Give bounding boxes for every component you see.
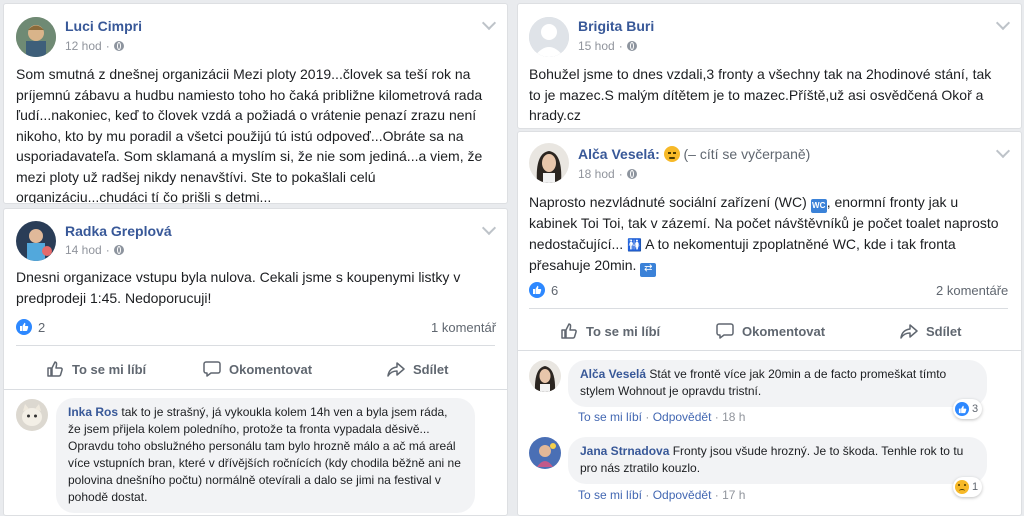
comment-button[interactable]: Okomentovat <box>716 322 825 340</box>
like-button[interactable]: To se mi líbí <box>46 360 146 378</box>
post-card-radka: Radka Greplová 14 hod · Dnesni organizac… <box>3 208 508 516</box>
chevron-down-icon[interactable] <box>995 15 1011 31</box>
comment-reply-link[interactable]: Odpovědět <box>653 410 712 424</box>
chevron-down-icon[interactable] <box>995 143 1011 159</box>
comment-author[interactable]: Alča Veselá <box>580 367 646 381</box>
comment-like-link[interactable]: To se mi líbí <box>578 410 642 424</box>
globe-icon <box>113 245 124 255</box>
avatar[interactable] <box>16 399 48 431</box>
restroom-emoji-icon: 🚻 <box>627 237 643 252</box>
comment-reactions[interactable]: 3 <box>953 399 983 419</box>
globe-icon <box>113 41 124 51</box>
comment-button[interactable]: Okomentovat <box>203 360 312 378</box>
feeling-text[interactable]: (– cítí se vyčerpaně) <box>684 146 811 162</box>
divider <box>4 389 507 390</box>
avatar[interactable] <box>529 143 569 183</box>
post-author[interactable]: Brigita Buri <box>578 18 654 34</box>
globe-icon <box>626 41 637 51</box>
post-card-brigita: Brigita Buri 15 hod · Bohužel jsme to dn… <box>517 3 1022 129</box>
chevron-down-icon[interactable] <box>481 15 497 31</box>
globe-icon <box>626 169 637 179</box>
like-reaction-icon <box>529 282 545 298</box>
share-icon <box>900 324 918 339</box>
like-count: 2 <box>38 319 46 335</box>
avatar[interactable] <box>16 221 56 261</box>
reactions-summary[interactable]: 2 <box>16 319 45 335</box>
share-button[interactable]: Sdílet <box>900 322 961 340</box>
comment-icon <box>716 323 734 339</box>
comment-bubble: Inka Ros tak to je strašný, já vykoukla … <box>56 398 475 513</box>
comment-like-link[interactable]: To se mi líbí <box>578 488 642 502</box>
post-text: Som smutná z dnešnej organizácii Mezi pl… <box>16 66 483 204</box>
avatar[interactable] <box>529 437 561 469</box>
comment-bubble: Alča Veselá Stát ve frontě více jak 20mi… <box>568 360 987 407</box>
share-button[interactable]: Sdílet <box>387 360 448 378</box>
comment-timestamp[interactable]: 18 h <box>722 410 745 424</box>
comment-author[interactable]: Jana Strnadova <box>580 444 669 458</box>
comment-bubble: Jana Strnadova Fronty jsou všude hrozný.… <box>568 437 987 484</box>
post-timestamp[interactable]: 15 hod <box>578 39 615 53</box>
comment-icon <box>203 361 221 377</box>
like-reaction-icon <box>955 402 969 416</box>
sad-reaction-icon <box>955 480 969 494</box>
reactions-summary[interactable]: 6 <box>529 282 558 298</box>
chevron-down-icon[interactable] <box>481 220 497 236</box>
post-text: Dnesni organizace vstupu byla nulova. Ce… <box>16 269 461 306</box>
post-card-luci: Luci Cimpri 12 hod · Som smutná z dnešne… <box>3 3 508 204</box>
comment-reactions[interactable]: 1 <box>953 477 983 497</box>
post-timestamp[interactable]: 14 hod <box>65 243 102 257</box>
divider <box>529 308 1008 309</box>
post-author[interactable]: Radka Greplová <box>65 223 172 239</box>
post-text: Naprosto nezvládnuté sociální zařízení (… <box>529 192 1004 277</box>
like-button[interactable]: To se mi líbí <box>560 322 660 340</box>
comment-timestamp[interactable]: 17 h <box>722 488 745 502</box>
divider <box>518 350 1021 351</box>
exhausted-emoji-icon <box>663 146 680 162</box>
share-icon <box>387 362 405 377</box>
wc-emoji-icon: WC <box>810 199 827 214</box>
comment-reply-link[interactable]: Odpovědět <box>653 488 712 502</box>
post-author[interactable]: Luci Cimpri <box>65 18 142 34</box>
arrows-emoji-icon: ⇄ <box>640 262 657 277</box>
post-card-alca: Alča Veselá: (– cítí se vyčerpaně) 18 ho… <box>517 131 1022 516</box>
comment-author[interactable]: Inka Ros <box>68 405 118 419</box>
divider <box>16 345 495 346</box>
avatar[interactable] <box>16 17 56 57</box>
comment-count[interactable]: 1 komentář <box>431 320 496 335</box>
avatar[interactable] <box>529 17 569 57</box>
avatar[interactable] <box>529 360 561 392</box>
post-text: Bohužel jsme to dnes vzdali,3 fronty a v… <box>529 66 992 123</box>
thumbs-up-icon <box>561 323 577 339</box>
comment-text: tak to je strašný, já vykoukla kolem 14h… <box>68 405 461 504</box>
post-author[interactable]: Alča Veselá <box>578 146 655 162</box>
like-count: 6 <box>551 282 559 298</box>
thumbs-up-icon <box>47 361 63 377</box>
comment-count[interactable]: 2 komentáře <box>936 283 1008 298</box>
post-timestamp[interactable]: 18 hod <box>578 167 615 181</box>
like-reaction-icon <box>16 319 32 335</box>
post-timestamp[interactable]: 12 hod <box>65 39 102 53</box>
